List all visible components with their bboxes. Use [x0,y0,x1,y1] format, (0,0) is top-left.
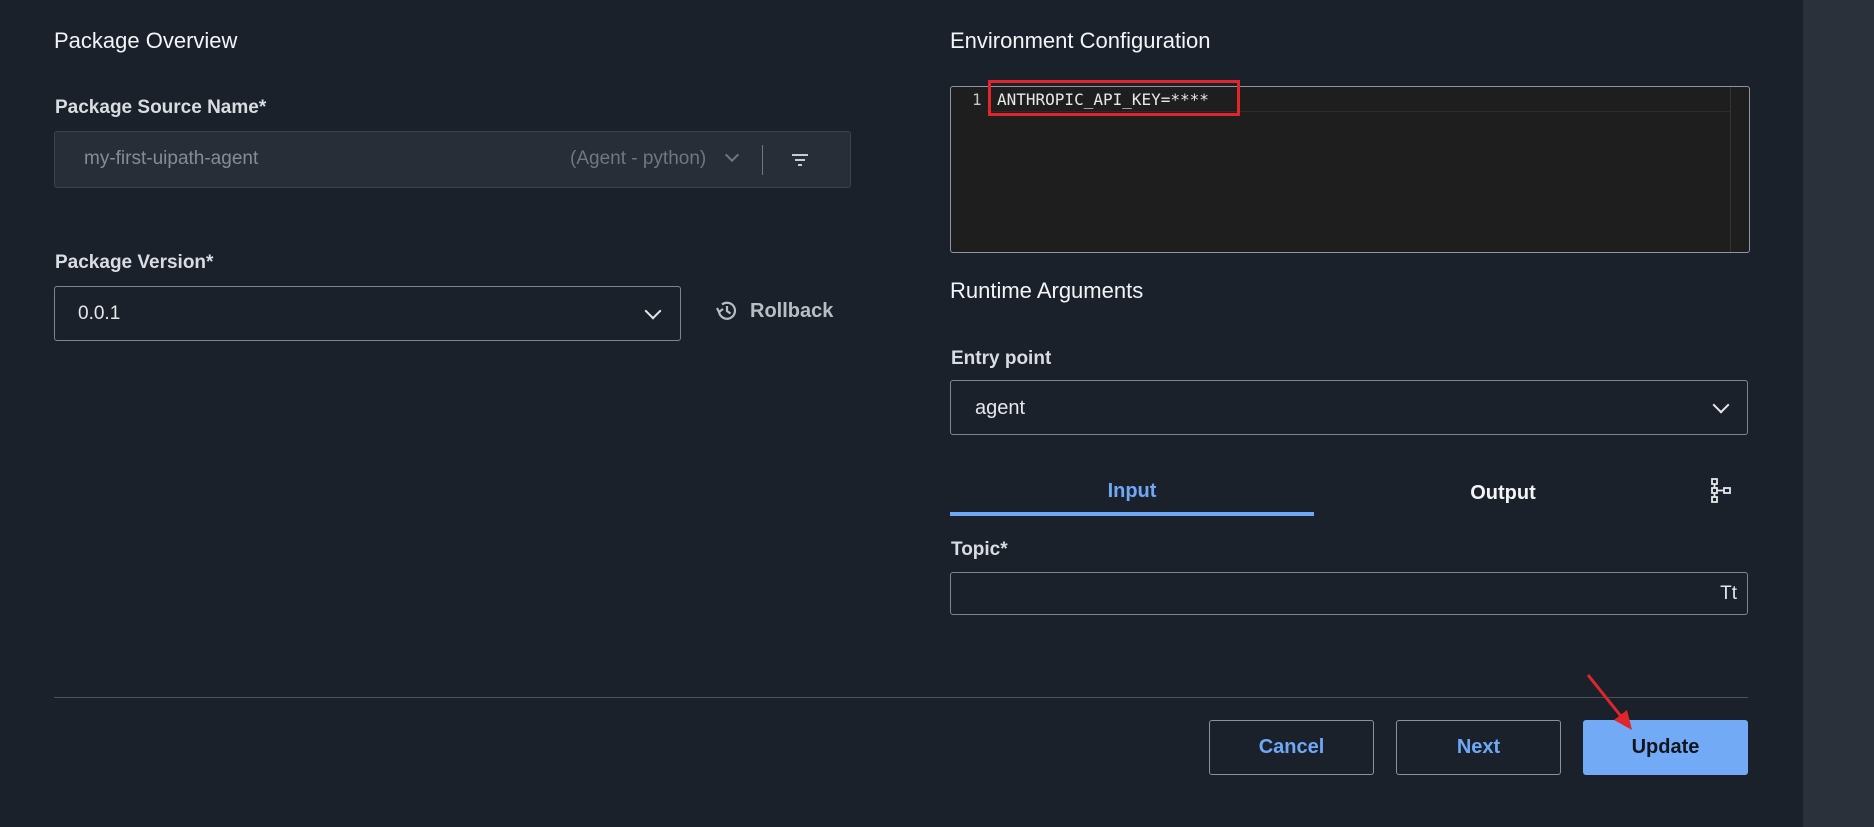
package-version-select[interactable]: 0.0.1 [54,286,681,341]
topic-label: Topic* [951,539,1008,560]
tab-input[interactable]: Input [950,470,1314,516]
chevron-down-icon [644,302,662,320]
highlight-box [988,80,1240,116]
cancel-button[interactable]: Cancel [1209,720,1374,775]
package-source-value: my-first-uipath-agent [84,148,259,169]
rollback-button[interactable]: Rollback [714,297,833,325]
runtime-arguments-title: Runtime Arguments [950,278,1144,303]
history-icon [716,301,737,320]
tab-output[interactable]: Output [1314,470,1692,516]
package-source-label: Package Source Name* [55,97,267,118]
filter-icon[interactable] [790,152,810,168]
next-button[interactable]: Next [1396,720,1561,775]
package-source-field: my-first-uipath-agent (Agent - python) [54,131,851,188]
editor-line-number: 1 [972,90,982,109]
rollback-label: Rollback [750,299,834,322]
red-arrow-annotation [1586,674,1632,730]
schema-tree-icon[interactable] [1710,478,1732,504]
divider [762,145,763,175]
footer-divider [54,697,1748,698]
package-source-type: (Agent - python) [570,148,707,169]
package-version-label: Package Version* [55,252,214,273]
entry-point-value: agent [975,397,1026,419]
chevron-down-icon [724,147,740,163]
entry-point-select[interactable]: agent [950,380,1748,435]
topic-input[interactable]: Tt [950,572,1748,615]
package-version-value: 0.0.1 [78,303,121,324]
chevron-down-icon [1712,396,1730,414]
entry-point-label: Entry point [951,348,1052,369]
environment-config-title: Environment Configuration [950,28,1211,53]
package-overview-title: Package Overview [54,28,238,53]
text-type-icon: Tt [1720,583,1737,604]
right-side-panel [1803,0,1874,827]
editor-scrollbar[interactable] [1730,87,1749,252]
